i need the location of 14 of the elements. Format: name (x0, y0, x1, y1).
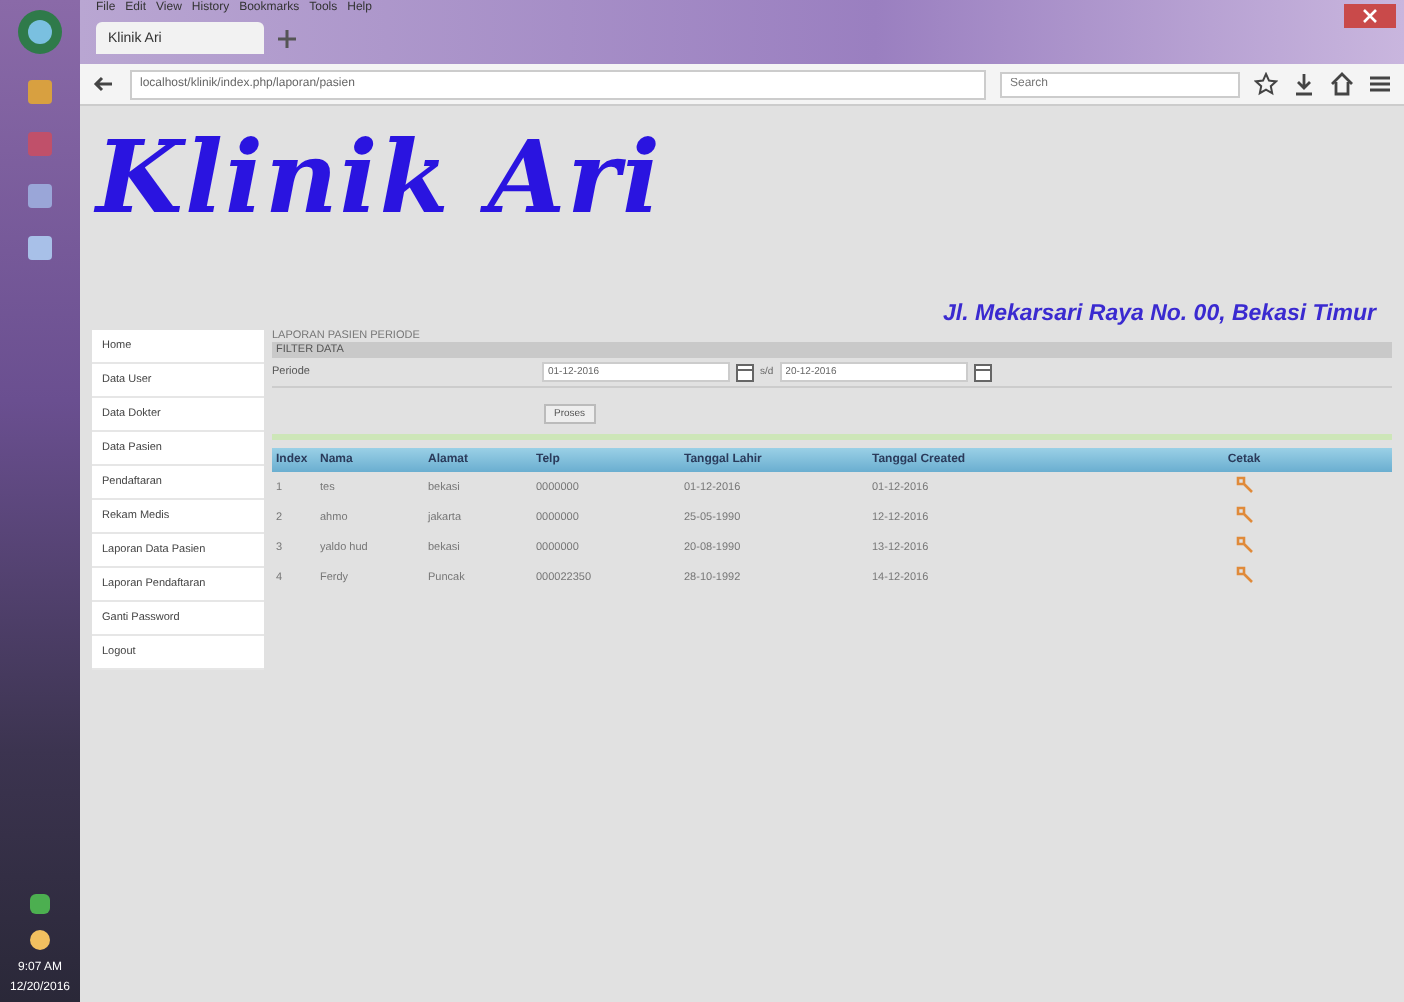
menu-icon[interactable] (1368, 72, 1392, 96)
app-icon[interactable] (24, 180, 56, 212)
new-tab-button[interactable] (272, 24, 302, 54)
calendar-icon[interactable] (736, 363, 754, 381)
star-icon[interactable] (1254, 72, 1278, 96)
site-logo: Klinik Ari (96, 118, 662, 236)
download-icon[interactable] (1292, 72, 1316, 96)
start-icon[interactable] (16, 8, 64, 56)
close-icon[interactable] (1344, 4, 1396, 28)
clinic-address: Jl. Mekarsari Raya No. 00, Bekasi Timur (943, 302, 1376, 326)
home-icon[interactable] (1330, 72, 1354, 96)
back-icon[interactable] (92, 72, 116, 96)
app-icon[interactable] (24, 232, 56, 264)
calendar-icon[interactable] (973, 363, 992, 381)
